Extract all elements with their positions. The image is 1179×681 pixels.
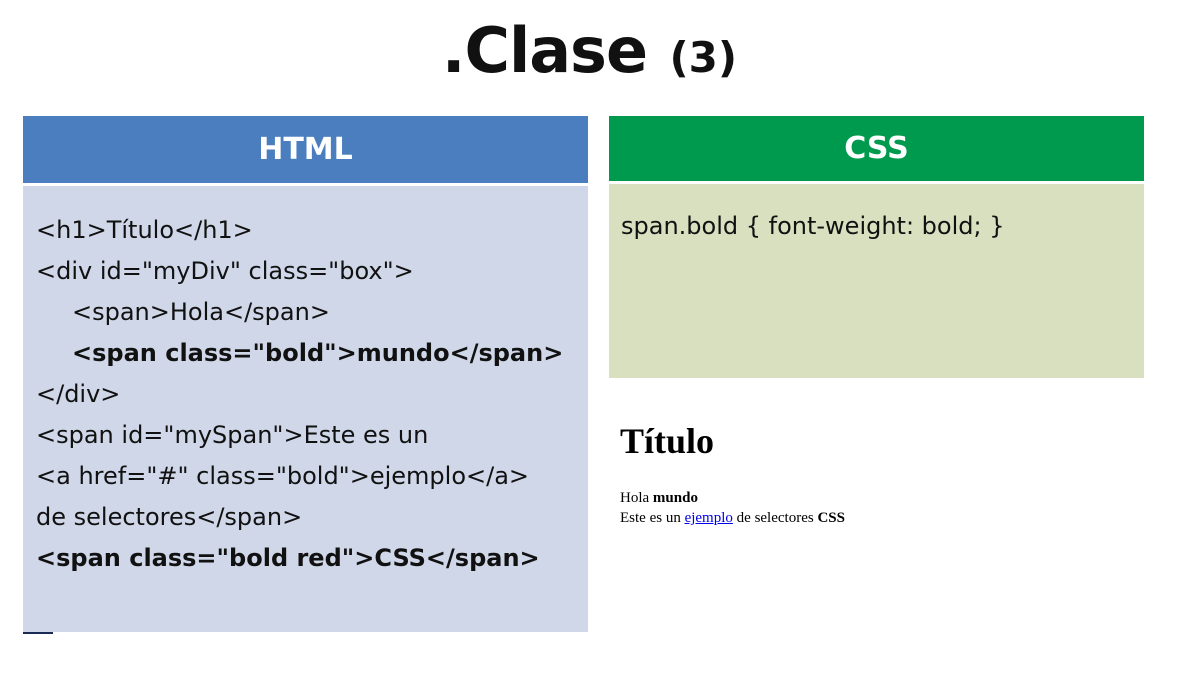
code-line: <h1>Título</h1> xyxy=(36,216,253,244)
preview-de-selectores: de selectores xyxy=(736,510,814,526)
html-panel: HTML <h1>Título</h1> <div id="myDiv" cla… xyxy=(23,116,588,632)
preview-hola: Hola xyxy=(620,490,650,506)
code-line-highlighted: <span class="bold">mundo</span> xyxy=(72,339,564,367)
code-line: de selectores</span> xyxy=(36,503,303,531)
css-code-line: span.bold { font-weight: bold; } xyxy=(621,212,1005,240)
code-line: <span>Hola</span> xyxy=(72,298,330,326)
preview-heading: Título xyxy=(620,421,715,461)
code-line: <div id="myDiv" class="box"> xyxy=(36,257,414,285)
code-line: </div> xyxy=(36,380,121,408)
slide-title: .Clase (3) xyxy=(0,14,1179,87)
css-code-block: span.bold { font-weight: bold; } xyxy=(609,184,1144,378)
slide-title-main: .Clase xyxy=(441,14,648,87)
preview-css: CSS xyxy=(817,510,845,526)
html-code-block: <h1>Título</h1> <div id="myDiv" class="b… xyxy=(23,186,588,632)
rendered-preview: Título Hola mundo Este es un ejemplo de … xyxy=(620,420,845,528)
preview-ejemplo-link[interactable]: ejemplo xyxy=(685,510,733,526)
code-line-highlighted: <span class="bold red">CSS</span> xyxy=(36,544,540,572)
preview-line-2: Este es un ejemplo de selectores CSS xyxy=(620,508,845,528)
code-line: <span id="mySpan">Este es un xyxy=(36,421,429,449)
css-panel-header: CSS xyxy=(609,116,1144,181)
divider xyxy=(23,632,53,634)
css-panel: CSS span.bold { font-weight: bold; } xyxy=(609,116,1144,378)
preview-este-es-un: Este es un xyxy=(620,510,681,526)
html-panel-header: HTML xyxy=(23,116,588,183)
preview-line-1: Hola mundo xyxy=(620,488,845,508)
slide-title-number: (3) xyxy=(669,33,738,82)
code-line: <a href="#" class="bold">ejemplo</a> xyxy=(36,462,530,490)
preview-mundo: mundo xyxy=(652,490,698,506)
